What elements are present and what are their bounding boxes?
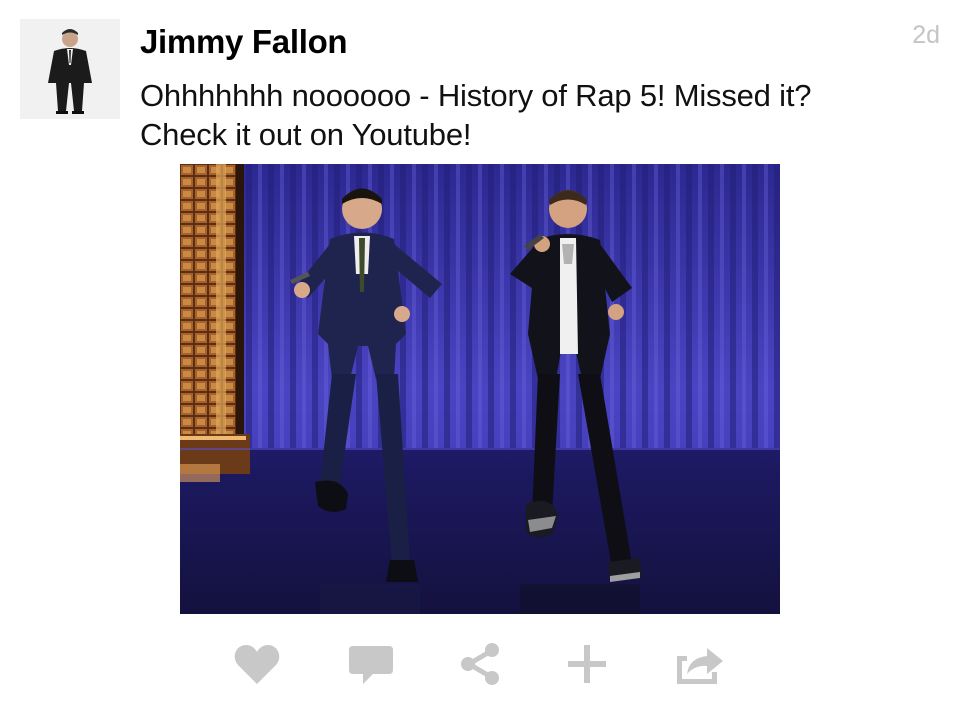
plus-icon — [568, 645, 606, 683]
avatar-image — [20, 19, 120, 119]
share-icon — [461, 643, 499, 685]
heart-icon — [234, 645, 280, 684]
post-timestamp: 2d — [912, 21, 940, 49]
post-text-line: Ohhhhhhh noooooo - History of Rap 5! Mis… — [140, 78, 812, 113]
forward-icon — [677, 648, 723, 684]
avatar[interactable] — [20, 19, 120, 119]
post-card: Jimmy Fallon 2d Ohhhhhhh noooooo - Histo… — [0, 0, 960, 720]
comment-button[interactable] — [344, 638, 398, 690]
post-photo[interactable] — [180, 164, 780, 614]
comment-icon — [349, 646, 393, 684]
post-text-line: Check it out on Youtube! — [140, 117, 472, 152]
like-button[interactable] — [230, 638, 284, 690]
author-name[interactable]: Jimmy Fallon — [140, 21, 348, 63]
action-bar — [0, 638, 960, 690]
share-button[interactable] — [452, 638, 506, 690]
add-button[interactable] — [560, 638, 614, 690]
post-photo-image — [180, 164, 780, 614]
post-text: Ohhhhhhh noooooo - History of Rap 5! Mis… — [140, 76, 940, 154]
forward-button[interactable] — [672, 638, 726, 690]
